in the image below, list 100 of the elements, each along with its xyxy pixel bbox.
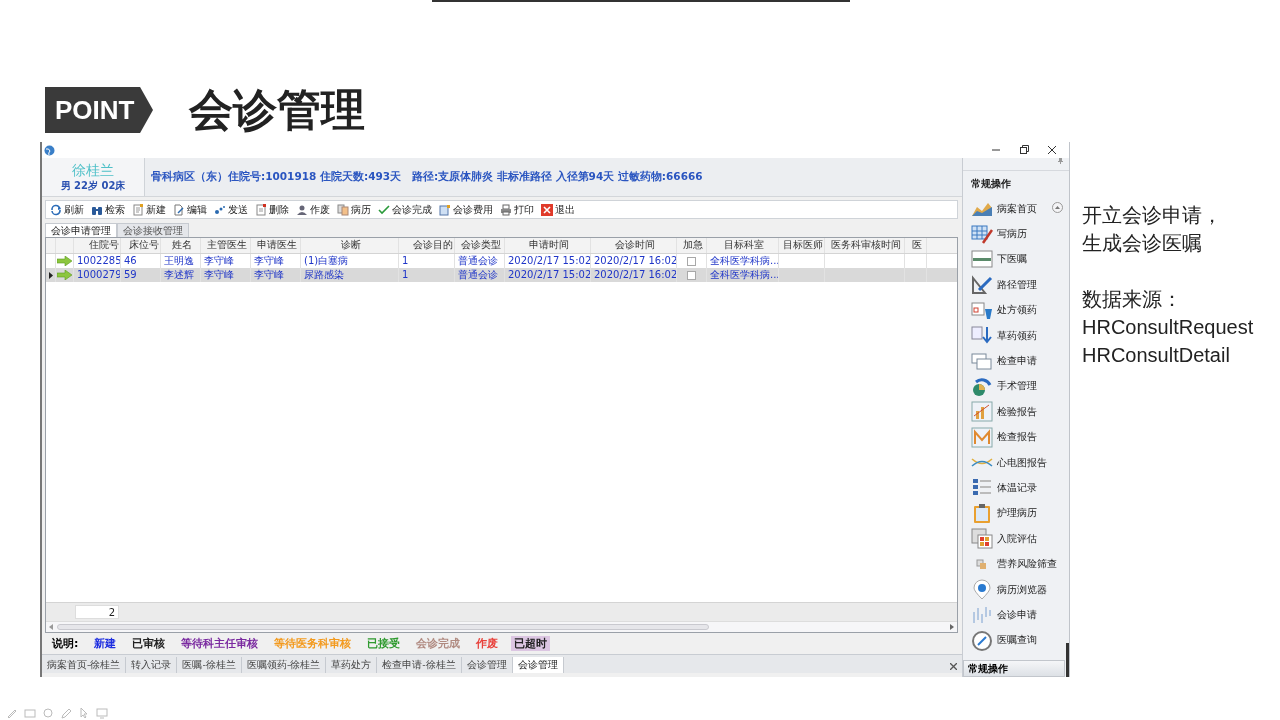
source-table-name: HRConsultRequest bbox=[1082, 315, 1254, 340]
bars-icon bbox=[971, 604, 993, 626]
sidebar-item[interactable]: 写病历 bbox=[963, 221, 1069, 247]
table-cell: 普通会诊 bbox=[455, 268, 505, 282]
column-header[interactable]: 床位号 bbox=[121, 238, 161, 253]
column-header[interactable]: 住院号 bbox=[74, 238, 121, 253]
toolbar-button[interactable]: 病历 bbox=[337, 202, 371, 217]
column-header[interactable]: 加急 bbox=[677, 238, 707, 253]
column-header[interactable]: 医务科审核时间 bbox=[825, 238, 905, 253]
toolbar-button[interactable]: 打印 bbox=[500, 202, 534, 217]
sidebar-item[interactable]: 营养风险筛查 bbox=[963, 551, 1069, 577]
sidebar-item[interactable]: 心电图报告 bbox=[963, 449, 1069, 476]
slides-icon bbox=[24, 707, 36, 719]
table-cell: 李守峰 bbox=[201, 268, 251, 282]
sidebar-item[interactable]: 路径管理 bbox=[963, 272, 1069, 298]
column-header[interactable]: 会诊目的 bbox=[399, 238, 455, 253]
sidebar-item[interactable]: 病历浏览器 bbox=[963, 576, 1069, 603]
legend-item: 等待医务科审核 bbox=[273, 636, 353, 651]
toolbar-button[interactable]: 发送 bbox=[214, 202, 248, 217]
sidebar-item[interactable]: 病案首页 bbox=[963, 196, 1069, 222]
column-header[interactable]: 会诊类型 bbox=[455, 238, 505, 253]
legend-item: 新建 bbox=[93, 636, 118, 651]
sidebar-item[interactable]: 体温记录 bbox=[963, 475, 1069, 501]
new-document-icon bbox=[132, 203, 144, 216]
tab[interactable]: 会诊接收管理 bbox=[117, 223, 189, 237]
sidebar-item[interactable]: 会诊申请 bbox=[963, 602, 1069, 628]
sidebar-item[interactable]: 手术管理 bbox=[963, 373, 1069, 400]
collapse-icon bbox=[1052, 202, 1063, 213]
table-cell: 李述辉 bbox=[161, 268, 201, 282]
toolbar-button[interactable]: 会诊完成 bbox=[378, 202, 432, 217]
map-pin-icon bbox=[971, 579, 993, 601]
sidebar-item[interactable]: 检验报告 bbox=[963, 399, 1069, 425]
legend-item: 会诊完成 bbox=[415, 636, 462, 651]
toolbar-button[interactable]: 删除 bbox=[255, 202, 289, 217]
line-chart-icon bbox=[971, 426, 993, 448]
column-header[interactable]: 主管医生 bbox=[201, 238, 251, 253]
column-header[interactable]: 目标医师 bbox=[779, 238, 825, 253]
column-header[interactable]: 姓名 bbox=[161, 238, 201, 253]
delete-document-icon bbox=[255, 203, 267, 216]
table-cell: 2020/2/17 16:02 bbox=[591, 268, 677, 282]
pointer-icon bbox=[78, 707, 90, 719]
legend-item: 已审核 bbox=[131, 636, 167, 651]
column-header[interactable]: 申请时间 bbox=[505, 238, 591, 253]
legend-item: 等待科主任审核 bbox=[180, 636, 260, 651]
sidebar-title: 常规操作 bbox=[970, 177, 1012, 191]
scroll-right-icon bbox=[950, 624, 954, 630]
person-icon bbox=[296, 203, 308, 216]
table-row[interactable]: 1000279 59 李述辉 李守峰 李守峰 尿路感染 1 普通会诊 2020/2/17 15:02 2020/2/17 16:02 全科医学科病... bbox=[46, 268, 957, 282]
monitor-icon bbox=[96, 707, 108, 719]
patient-info-text: 骨科病区（东）住院号:1001918 住院天数:493天 路径:支原体肺炎 非标准路径 入径第94天 过敏药物:66666 bbox=[150, 170, 703, 184]
window-icon bbox=[971, 350, 993, 372]
ruler-pencil-icon bbox=[971, 274, 993, 296]
pencil-icon bbox=[60, 707, 72, 719]
toolbar-button[interactable]: 新建 bbox=[132, 202, 166, 217]
table-cell: 1000279 bbox=[74, 268, 121, 282]
toolbar-button[interactable]: 编辑 bbox=[173, 202, 207, 217]
toolbar-button[interactable]: 刷新 bbox=[50, 202, 84, 217]
toolbar-button[interactable]: 会诊费用 bbox=[439, 202, 493, 217]
restore-icon bbox=[1019, 145, 1029, 155]
sidebar-section-header[interactable]: 常规操作 bbox=[963, 660, 1065, 677]
prescription-icon bbox=[971, 299, 993, 321]
column-header[interactable]: 会诊时间 bbox=[591, 238, 677, 253]
column-header[interactable]: 申请医生 bbox=[251, 238, 301, 253]
sidebar-item[interactable]: 入院评估 bbox=[963, 526, 1069, 552]
horizontal-scrollbar[interactable] bbox=[46, 621, 957, 632]
sidebar-item[interactable]: 处方领药 bbox=[963, 297, 1069, 323]
legend-item: 作废 bbox=[475, 636, 500, 651]
scrollbar-thumb[interactable] bbox=[1066, 643, 1069, 677]
source-label: 数据来源： bbox=[1082, 286, 1183, 313]
column-header[interactable]: 目标科室 bbox=[707, 238, 779, 253]
sidebar-item[interactable]: 草药领药 bbox=[963, 322, 1069, 349]
legend-item: 已接受 bbox=[366, 636, 402, 651]
document-tab[interactable]: 会诊管理 bbox=[512, 657, 564, 673]
note-line: 开立会诊申请， bbox=[1082, 202, 1223, 229]
column-header[interactable]: 诊断 bbox=[301, 238, 399, 253]
spreadsheet-pen-icon bbox=[971, 223, 993, 245]
check-icon bbox=[378, 203, 390, 216]
toolbar-button[interactable]: 检索 bbox=[91, 202, 125, 217]
table-cell: 李守峰 bbox=[251, 268, 301, 282]
bar-chart-icon bbox=[971, 401, 993, 423]
tab[interactable]: 会诊申请管理 bbox=[45, 223, 117, 237]
close-icon bbox=[541, 203, 553, 216]
document-icon bbox=[439, 203, 451, 216]
sidebar-item[interactable]: 护理病历 bbox=[963, 500, 1069, 527]
toolbar-button[interactable]: 退出 bbox=[541, 202, 575, 217]
scroll-left-icon bbox=[49, 624, 53, 630]
clipboard-icon bbox=[971, 502, 993, 524]
legend-label: 说明: bbox=[51, 636, 80, 651]
pin-icon bbox=[1058, 158, 1063, 164]
toolbar-button[interactable]: 作废 bbox=[296, 202, 330, 217]
sidebar-item[interactable]: 检查申请 bbox=[963, 348, 1069, 374]
sidebar-item[interactable]: 医嘱查询 bbox=[963, 627, 1069, 654]
patient-name: 徐桂兰 bbox=[72, 161, 114, 179]
send-icon bbox=[214, 203, 226, 216]
column-header[interactable]: 医 bbox=[905, 238, 927, 253]
table-cell: 59 bbox=[121, 268, 161, 282]
sidebar-item[interactable]: 检查报告 bbox=[963, 424, 1069, 450]
color-grid-icon bbox=[971, 528, 993, 550]
row-pointer-icon bbox=[48, 271, 53, 279]
sidebar-item[interactable]: 下医嘱 bbox=[963, 246, 1069, 273]
